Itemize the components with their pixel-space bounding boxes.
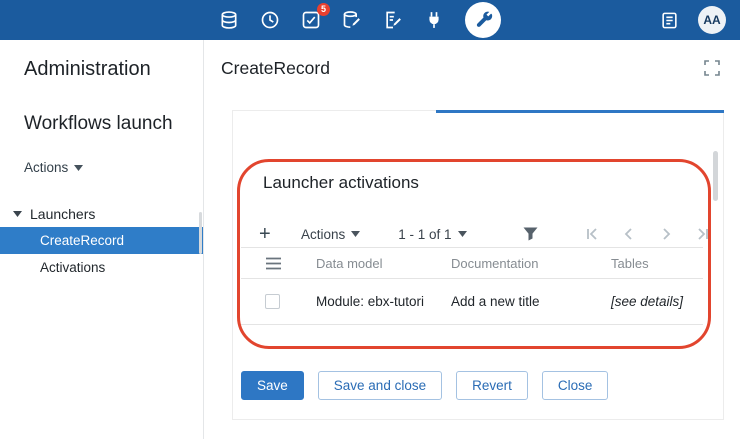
row-checkbox[interactable] xyxy=(265,294,280,309)
cell-documentation: Add a new title xyxy=(451,294,611,309)
sidebar-item-createrecord[interactable]: CreateRecord xyxy=(0,227,203,254)
log-console-icon[interactable] xyxy=(659,10,680,31)
dataset-edit-icon[interactable] xyxy=(341,10,362,31)
topbar-tool-icons: 5 xyxy=(218,0,501,40)
caret-down-icon xyxy=(351,231,360,237)
table-row[interactable]: Module: ebx-tutori Add a new title [see … xyxy=(241,279,703,325)
notification-badge: 5 xyxy=(317,3,330,16)
actions-dropdown-label: Actions xyxy=(24,160,68,175)
wrench-active-tool[interactable] xyxy=(465,2,501,38)
topbar-right-group: AA xyxy=(659,0,726,40)
save-and-close-button[interactable]: Save and close xyxy=(318,371,442,400)
close-button[interactable]: Close xyxy=(542,371,609,400)
tree-node-launchers[interactable]: Launchers xyxy=(0,200,203,227)
pagination-range-label: 1 - 1 of 1 xyxy=(398,227,451,242)
tasks-icon[interactable]: 5 xyxy=(300,10,321,31)
chevron-down-icon xyxy=(13,211,22,217)
sidebar-scrollbar-thumb[interactable] xyxy=(199,212,202,254)
table-header-row: Data model Documentation Tables xyxy=(241,247,703,279)
navigation-tree: Launchers CreateRecord Activations xyxy=(0,200,203,281)
header-data-model: Data model xyxy=(316,256,451,271)
section-title: Launcher activations xyxy=(263,173,419,193)
pagination-controls xyxy=(586,228,709,240)
cell-tables-see-details[interactable]: [see details] xyxy=(611,294,703,309)
revert-button[interactable]: Revert xyxy=(456,371,528,400)
top-navigation-bar: 5 xyxy=(0,0,740,40)
main-content: CreateRecord Launcher activations + Acti… xyxy=(205,40,740,439)
datasets-icon[interactable] xyxy=(218,10,239,31)
caret-down-icon xyxy=(458,231,467,237)
hamburger-menu-icon[interactable] xyxy=(265,257,282,270)
cell-data-model: Module: ebx-tutori xyxy=(316,294,451,309)
toolbar-actions-label: Actions xyxy=(301,227,345,242)
toolbar-actions-menu[interactable]: Actions xyxy=(301,227,360,242)
wrench-icon xyxy=(473,10,493,30)
row-select-cell xyxy=(241,294,316,309)
caret-down-icon xyxy=(74,165,83,171)
pagination-range-selector[interactable]: 1 - 1 of 1 xyxy=(398,227,466,242)
main-header: CreateRecord xyxy=(205,40,740,96)
header-tables: Tables xyxy=(611,256,703,271)
active-tab-indicator xyxy=(436,110,724,113)
user-avatar[interactable]: AA xyxy=(698,6,726,34)
form-buttons: Save Save and close Revert Close xyxy=(241,371,608,400)
next-page-icon[interactable] xyxy=(660,228,672,240)
table-menu-cell xyxy=(241,257,316,270)
form-edit-icon[interactable] xyxy=(382,10,403,31)
sidebar: Administration Workflows launch Actions … xyxy=(0,40,204,439)
actions-dropdown[interactable]: Actions xyxy=(24,160,83,175)
filter-funnel-icon[interactable] xyxy=(523,227,538,241)
sidebar-section-title: Workflows launch xyxy=(24,113,203,135)
sidebar-item-activations[interactable]: Activations xyxy=(0,254,203,281)
fullscreen-expand-icon[interactable] xyxy=(704,60,720,76)
first-page-icon[interactable] xyxy=(586,228,598,240)
previous-page-icon[interactable] xyxy=(623,228,635,240)
last-page-icon[interactable] xyxy=(697,228,709,240)
tree-root-label: Launchers xyxy=(30,206,95,222)
activations-table: Data model Documentation Tables Module: … xyxy=(241,247,703,325)
table-toolbar: + Actions 1 - 1 of 1 xyxy=(259,219,709,249)
header-documentation: Documentation xyxy=(451,256,611,271)
panel-scrollbar-thumb[interactable] xyxy=(713,151,718,201)
sidebar-title: Administration xyxy=(24,58,203,81)
page-title: CreateRecord xyxy=(221,58,330,79)
launcher-activations-panel: Launcher activations + Actions 1 - 1 of … xyxy=(232,110,724,420)
history-clock-icon[interactable] xyxy=(259,10,280,31)
add-record-button[interactable]: + xyxy=(259,224,275,244)
plug-icon[interactable] xyxy=(423,10,444,31)
save-button[interactable]: Save xyxy=(241,371,304,400)
